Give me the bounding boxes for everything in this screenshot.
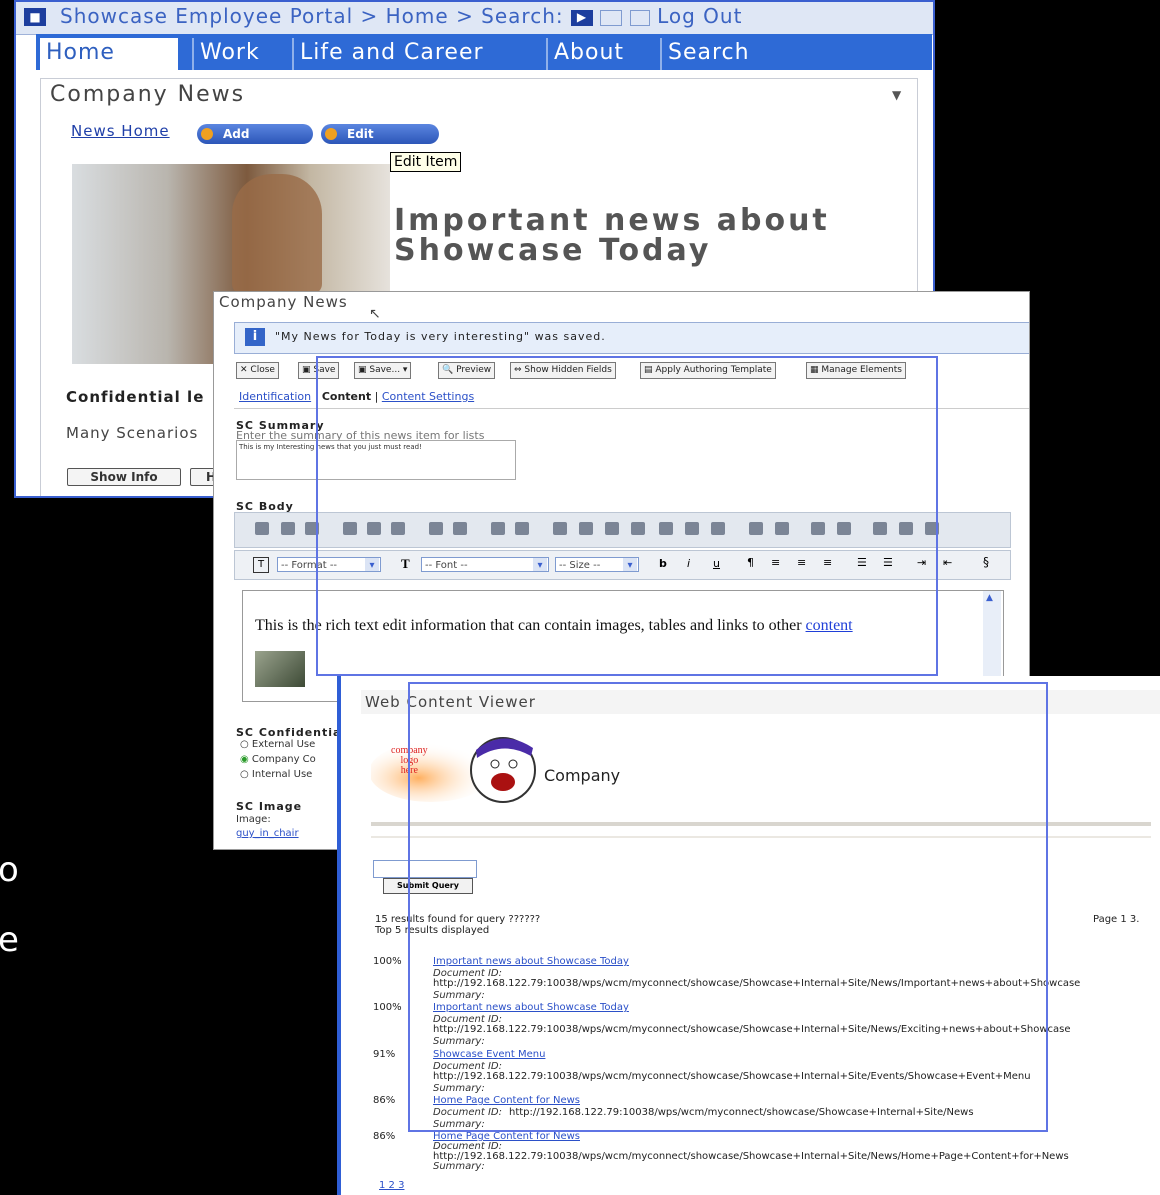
show-info-button[interactable]: Show Info — [67, 468, 181, 486]
edit-bullet-icon — [325, 128, 337, 140]
news-headline: Important news about Showcase Today — [394, 203, 830, 268]
result-summary-label: Summary: — [433, 1161, 485, 1172]
print-icon[interactable] — [600, 9, 623, 26]
add-button[interactable]: Add — [197, 124, 313, 144]
result-score: 100% — [373, 1002, 402, 1013]
mouse-cursor-icon: ↖ — [369, 306, 381, 322]
breadcrumb-text: Showcase Employee Portal > Home > Search… — [60, 4, 564, 28]
page-indicator: Page 1 3. — [1093, 914, 1140, 925]
tab-home[interactable]: Home — [40, 38, 178, 70]
option-external-label: External Use — [251, 739, 316, 750]
side-text-o: o — [0, 850, 19, 890]
result-score: 100% — [373, 956, 402, 967]
option-company[interactable]: ◉ Company Co — [240, 754, 316, 765]
add-bullet-icon — [201, 128, 213, 140]
breadcrumb-bar: ■ Showcase Employee Portal > Home > Sear… — [16, 2, 933, 35]
highlight-frame-editor — [316, 356, 938, 676]
result-score: 91% — [373, 1049, 396, 1060]
info-icon: i — [245, 328, 265, 346]
close-button[interactable]: ✕ Close — [236, 362, 279, 379]
option-internal-label: Internal Use — [251, 769, 313, 780]
spellcheck-icon[interactable] — [281, 522, 295, 535]
tab-search[interactable]: Search — [660, 38, 756, 70]
side-text-e: e — [0, 920, 19, 960]
saved-message-bar: i "My News for Today is very interesting… — [234, 322, 1029, 354]
edit-tooltip: Edit Item — [390, 152, 462, 172]
portlet-title: Company News — [50, 82, 246, 107]
close-label: Close — [250, 365, 275, 375]
print-icon[interactable] — [255, 522, 269, 535]
option-external[interactable]: ○ External Use — [240, 739, 315, 750]
breadcrumb: Showcase Employee Portal > Home > Search… — [60, 4, 742, 28]
photo-person — [232, 174, 322, 294]
main-nav: Home Work Life and Career About Search — [36, 34, 932, 70]
tab-about[interactable]: About — [546, 38, 630, 70]
logout-link[interactable]: Log Out — [657, 4, 742, 28]
tab-identification[interactable]: Identification — [239, 390, 311, 403]
rte-inline-image — [255, 651, 305, 687]
saved-message: "My News for Today is very interesting" … — [275, 330, 606, 343]
option-company-label: Company Co — [251, 754, 316, 765]
news-home-link[interactable]: News Home — [71, 122, 170, 140]
confidential-label: Confidential le — [66, 388, 205, 406]
edit-button[interactable]: Edit — [321, 124, 439, 144]
add-label: Add — [223, 127, 250, 141]
highlight-frame-viewer — [408, 682, 1048, 1132]
outdent-icon[interactable]: ⇤ — [943, 556, 952, 569]
result-score: 86% — [373, 1131, 396, 1142]
confidentiality-label: SC Confidentia — [236, 726, 342, 739]
pagination[interactable]: 1 2 3 — [379, 1180, 404, 1191]
portal-logo-icon: ■ — [24, 8, 46, 26]
tab-life-and-career[interactable]: Life and Career — [292, 38, 490, 70]
result-url: http://192.168.122.79:10038/wps/wcm/myco… — [433, 1151, 1069, 1162]
search-go-icon[interactable]: ▶ — [571, 9, 593, 26]
result-score: 86% — [373, 1095, 396, 1106]
image-field-label: Image: — [236, 814, 271, 825]
portlet-menu-icon[interactable]: ▼ — [892, 88, 901, 102]
image-file-link[interactable]: guy_in_chair — [236, 828, 299, 839]
style-icon[interactable]: T — [253, 557, 269, 573]
edit-label: Edit — [347, 127, 374, 141]
remove-format-icon[interactable]: § — [983, 555, 989, 569]
tab-work[interactable]: Work — [192, 38, 266, 70]
editor-window-title: Company News — [219, 293, 348, 311]
scroll-up-icon[interactable]: ▲ — [986, 593, 993, 603]
help-icon[interactable] — [629, 9, 650, 26]
scenarios-text: Many Scenarios — [66, 424, 199, 442]
image-label: SC Image — [236, 800, 303, 813]
option-internal[interactable]: ○ Internal Use — [240, 769, 312, 780]
